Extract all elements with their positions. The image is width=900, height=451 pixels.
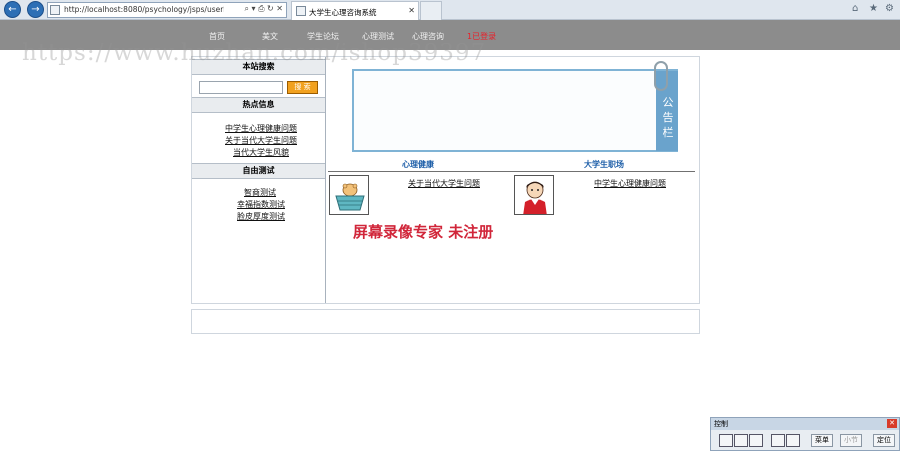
notice-board: 公告栏 <box>352 61 678 152</box>
recorder-control-panel: 控制 ✕ 菜单 小节 定位 <box>710 417 900 451</box>
address-bar[interactable]: http://localhost:8080/psychology/jsps/us… <box>47 2 287 18</box>
browser-tab[interactable]: 大学生心理咨询系统 ✕ <box>291 1 419 20</box>
hot-info-link[interactable]: 当代大学生风貌 <box>233 147 289 158</box>
section-divider <box>328 171 695 172</box>
paperclip-icon <box>654 61 668 91</box>
browser-toolbar: ← → http://localhost:8080/psychology/jsp… <box>0 0 900 20</box>
main-content-frame: 本站搜索 搜 索 热点信息 中学生心理健康问题 关于当代大学生问题 当代大学生风… <box>191 56 700 304</box>
favorites-star-icon[interactable]: ★ <box>869 3 878 14</box>
career-section-title: 大学生职场 <box>584 160 624 169</box>
address-tools-icons[interactable]: ⌕ ▾ ⎙ ↻ ✕ <box>245 4 283 14</box>
student-thumbnail[interactable] <box>514 175 554 215</box>
locate-button[interactable]: 定位 <box>873 434 895 447</box>
hot-info-section-title: 热点信息 <box>192 97 325 113</box>
page-icon <box>50 5 60 15</box>
footer-box <box>191 309 700 334</box>
mental-health-section-title: 心理健康 <box>402 160 434 169</box>
home-icon[interactable]: ⌂ <box>852 3 858 14</box>
window-mode-button[interactable] <box>771 434 785 447</box>
site-watermark: https://www.huzhan.com/ishop39397 <box>22 40 487 66</box>
address-text: http://localhost:8080/psychology/jsps/us… <box>64 5 224 14</box>
last-frame-button[interactable] <box>749 434 763 447</box>
first-frame-button[interactable] <box>719 434 733 447</box>
test-link-iq[interactable]: 智商测试 <box>244 187 276 198</box>
forward-button[interactable]: → <box>27 1 44 18</box>
test-link-happiness[interactable]: 幸福指数测试 <box>237 199 285 210</box>
menu-button[interactable]: 菜单 <box>811 434 833 447</box>
notice-board-label: 公告栏 <box>662 96 674 139</box>
article-link[interactable]: 中学生心理健康问题 <box>594 178 666 189</box>
hot-info-link[interactable]: 关于当代大学生问题 <box>225 135 297 146</box>
left-sidebar: 本站搜索 搜 索 热点信息 中学生心理健康问题 关于当代大学生问题 当代大学生风… <box>192 57 326 303</box>
pause-button[interactable] <box>734 434 748 447</box>
section-button[interactable]: 小节 <box>840 434 862 447</box>
control-title: 控制 <box>714 420 728 428</box>
article-link[interactable]: 关于当代大学生问题 <box>408 178 480 189</box>
control-title-bar[interactable]: 控制 ✕ <box>711 418 899 430</box>
free-test-section-title: 自由测试 <box>192 163 325 179</box>
tab-page-icon <box>296 6 306 16</box>
fullscreen-button[interactable] <box>786 434 800 447</box>
test-link-shyness[interactable]: 脸皮厚度测试 <box>237 211 285 222</box>
search-button[interactable]: 搜 索 <box>287 81 318 94</box>
search-input[interactable] <box>199 81 283 94</box>
recorder-unregistered-watermark: 屏幕录像专家 未注册 <box>353 223 494 241</box>
close-icon[interactable]: ✕ <box>887 419 897 428</box>
gear-icon[interactable]: ⚙ <box>885 3 894 14</box>
hot-info-link[interactable]: 中学生心理健康问题 <box>225 123 297 134</box>
new-tab-button[interactable] <box>420 1 442 20</box>
back-button[interactable]: ← <box>4 1 21 18</box>
tab-title: 大学生心理咨询系统 <box>309 8 377 17</box>
basket-thumbnail[interactable] <box>329 175 369 215</box>
tab-close-icon[interactable]: ✕ <box>408 6 415 15</box>
